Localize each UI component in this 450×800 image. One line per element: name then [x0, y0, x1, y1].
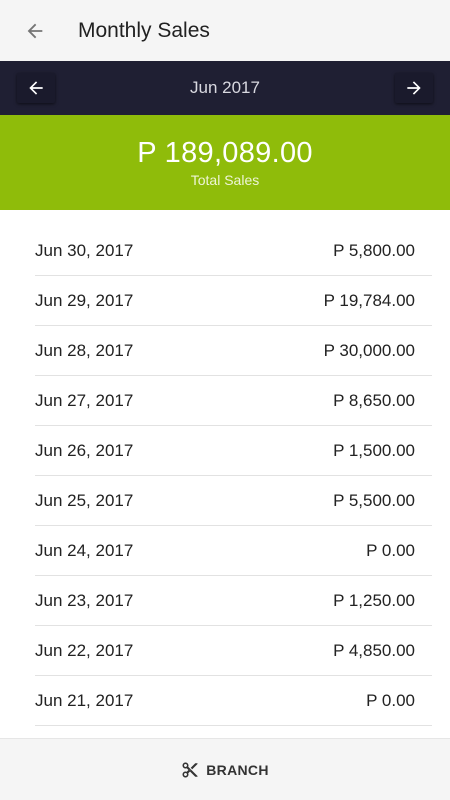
arrow-left-icon	[29, 81, 43, 95]
sales-date: Jun 24, 2017	[35, 540, 134, 560]
sales-amount: P 1,250.00	[333, 590, 415, 610]
sales-amount: P 0.00	[366, 540, 415, 560]
sales-amount: P 0.00	[366, 690, 415, 710]
sales-amount: P 4,850.00	[333, 640, 415, 660]
sales-date: Jun 23, 2017	[35, 590, 134, 610]
sales-amount: P 5,800.00	[333, 240, 415, 260]
sales-amount: P 5,500.00	[333, 490, 415, 510]
total-sales-summary: P 189,089.00 Total Sales	[0, 115, 450, 210]
sales-row[interactable]: Jun 24, 2017 P 0.00	[35, 526, 432, 576]
scissors-icon	[182, 762, 198, 777]
sales-date: Jun 21, 2017	[35, 690, 134, 710]
sales-date: Jun 22, 2017	[35, 640, 134, 660]
sales-amount: P 19,784.00	[323, 290, 415, 310]
month-navigator: Jun 2017	[0, 61, 450, 115]
sales-amount: P 8,650.00	[333, 390, 415, 410]
app-bar: Monthly Sales	[0, 0, 450, 61]
sales-row[interactable]: Jun 25, 2017 P 5,500.00	[35, 476, 432, 526]
page-title: Monthly Sales	[78, 18, 210, 42]
arrow-right-icon	[407, 81, 421, 95]
sales-date: Jun 26, 2017	[35, 440, 134, 460]
back-button[interactable]	[0, 0, 70, 61]
sales-row[interactable]: Jun 23, 2017 P 1,250.00	[35, 576, 432, 626]
daily-sales-list: Jun 30, 2017 P 5,800.00 Jun 29, 2017 P 19,7…	[0, 226, 450, 726]
sales-date: Jun 30, 2017	[35, 240, 134, 260]
bottom-bar: BRANCH	[0, 738, 450, 800]
sales-row[interactable]: Jun 28, 2017 P 30,000.00	[35, 326, 432, 376]
arrow-left-icon	[27, 23, 43, 38]
prev-month-button[interactable]	[17, 73, 55, 103]
sales-amount: P 1,500.00	[333, 440, 415, 460]
next-month-button[interactable]	[394, 73, 433, 103]
sales-row[interactable]: Jun 22, 2017 P 4,850.00	[35, 626, 432, 676]
sales-row[interactable]: Jun 26, 2017 P 1,500.00	[35, 426, 432, 476]
branch-button[interactable]: BRANCH	[181, 761, 268, 779]
total-sales-label: Total Sales	[190, 172, 260, 188]
sales-date: Jun 27, 2017	[35, 390, 134, 410]
sales-amount: P 30,000.00	[323, 340, 415, 360]
total-sales-amount: P 189,089.00	[137, 137, 313, 169]
sales-row[interactable]: Jun 29, 2017 P 19,784.00	[35, 276, 432, 326]
sales-date: Jun 25, 2017	[35, 490, 134, 510]
branch-label: BRANCH	[206, 761, 269, 778]
sales-row[interactable]: Jun 30, 2017 P 5,800.00	[35, 226, 432, 276]
sales-row[interactable]: Jun 27, 2017 P 8,650.00	[35, 376, 432, 426]
current-month: Jun 2017	[190, 78, 260, 97]
sales-row[interactable]: Jun 21, 2017 P 0.00	[35, 676, 432, 726]
sales-date: Jun 29, 2017	[35, 290, 134, 310]
sales-date: Jun 28, 2017	[35, 340, 134, 360]
